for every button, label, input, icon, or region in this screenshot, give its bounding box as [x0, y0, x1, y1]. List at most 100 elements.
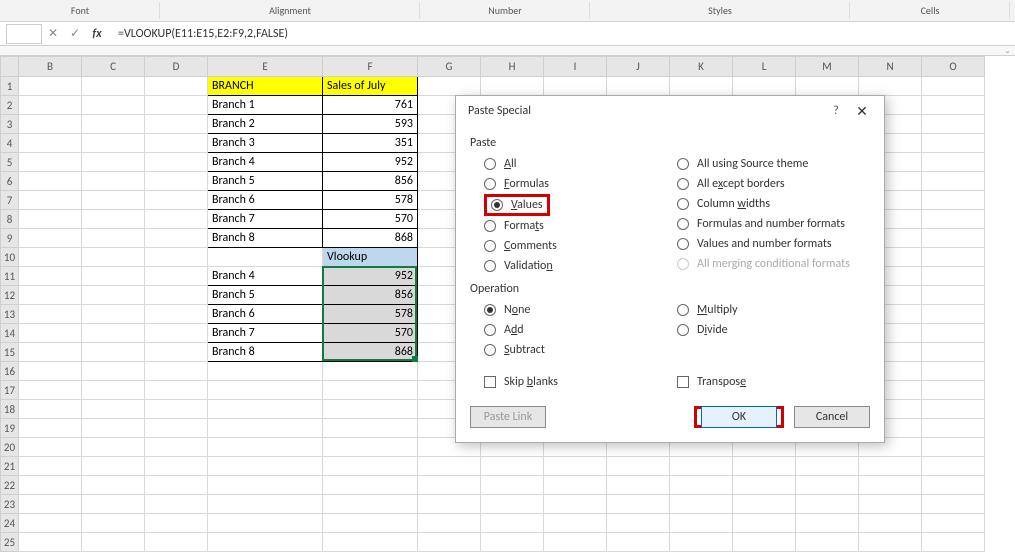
cell[interactable] — [19, 191, 82, 210]
cell[interactable] — [145, 267, 208, 286]
cell[interactable] — [922, 419, 985, 438]
cell[interactable] — [82, 400, 145, 419]
cell[interactable] — [323, 362, 418, 381]
row-header[interactable]: 4 — [1, 134, 19, 153]
cell[interactable] — [418, 514, 481, 533]
formula-input[interactable]: =VLOOKUP(E11:E15,E2:F9,2,FALSE) — [108, 27, 1015, 41]
cell[interactable] — [922, 96, 985, 115]
cell[interactable] — [82, 381, 145, 400]
row-header[interactable]: 2 — [1, 96, 19, 115]
cell[interactable] — [19, 324, 82, 343]
col-header[interactable]: E — [208, 57, 323, 77]
cell[interactable]: Branch 5 — [208, 286, 323, 305]
radio-col-widths[interactable]: Column widths — [677, 194, 870, 214]
cell[interactable] — [82, 134, 145, 153]
cell[interactable] — [607, 514, 670, 533]
cell[interactable] — [922, 115, 985, 134]
cell[interactable] — [145, 229, 208, 248]
help-icon[interactable]: ? — [824, 104, 848, 118]
skip-blanks-checkbox[interactable]: Skip blanks — [484, 372, 677, 392]
cell[interactable] — [145, 381, 208, 400]
cell[interactable] — [19, 96, 82, 115]
row-header[interactable]: 1 — [1, 77, 19, 96]
row-header[interactable]: 24 — [1, 514, 19, 533]
cell[interactable] — [481, 495, 544, 514]
formula-bar-expand[interactable]: ⌄ — [0, 46, 1015, 56]
cell[interactable] — [19, 476, 82, 495]
cell[interactable] — [19, 248, 82, 267]
cell[interactable] — [323, 514, 418, 533]
cell[interactable] — [19, 343, 82, 362]
cell[interactable] — [145, 438, 208, 457]
row-header[interactable]: 8 — [1, 210, 19, 229]
cell[interactable]: Vlookup — [323, 248, 418, 267]
cell[interactable] — [82, 267, 145, 286]
cell[interactable] — [733, 533, 796, 552]
cell[interactable] — [670, 476, 733, 495]
cell[interactable] — [208, 438, 323, 457]
cell[interactable]: 952 — [323, 267, 418, 286]
cell[interactable] — [82, 210, 145, 229]
cell[interactable] — [544, 476, 607, 495]
cell[interactable] — [733, 476, 796, 495]
cell[interactable] — [19, 457, 82, 476]
radio-none[interactable]: None — [484, 300, 677, 320]
cell[interactable] — [796, 476, 859, 495]
row-header[interactable]: 6 — [1, 172, 19, 191]
cell[interactable] — [859, 77, 922, 96]
cell[interactable] — [19, 229, 82, 248]
cell[interactable] — [922, 343, 985, 362]
col-header[interactable]: M — [796, 57, 859, 77]
cell[interactable] — [82, 248, 145, 267]
cell[interactable] — [145, 305, 208, 324]
cell[interactable] — [922, 381, 985, 400]
cell[interactable] — [82, 362, 145, 381]
cell[interactable] — [922, 400, 985, 419]
cell[interactable] — [607, 77, 670, 96]
cell[interactable] — [922, 286, 985, 305]
transpose-checkbox[interactable]: Transpose — [677, 372, 870, 392]
cell[interactable] — [145, 153, 208, 172]
radio-formats[interactable]: Formats — [484, 216, 677, 236]
cell[interactable] — [323, 457, 418, 476]
cell[interactable] — [922, 153, 985, 172]
cell[interactable] — [481, 457, 544, 476]
cell[interactable] — [145, 134, 208, 153]
cell[interactable]: Branch 4 — [208, 267, 323, 286]
cell[interactable] — [922, 248, 985, 267]
cancel-button[interactable]: Cancel — [794, 406, 870, 428]
cell[interactable]: Branch 8 — [208, 229, 323, 248]
cell[interactable] — [82, 324, 145, 343]
cell[interactable] — [145, 248, 208, 267]
row-header[interactable]: 12 — [1, 286, 19, 305]
cell[interactable] — [607, 476, 670, 495]
cell[interactable] — [796, 514, 859, 533]
cell[interactable] — [19, 362, 82, 381]
col-header[interactable]: B — [19, 57, 82, 77]
cell[interactable] — [145, 476, 208, 495]
cell[interactable] — [544, 514, 607, 533]
cell[interactable] — [418, 476, 481, 495]
cell[interactable]: 868 — [323, 343, 418, 362]
cell[interactable] — [82, 305, 145, 324]
cell[interactable] — [82, 286, 145, 305]
cell[interactable] — [922, 134, 985, 153]
cell[interactable] — [733, 495, 796, 514]
cell[interactable]: 578 — [323, 305, 418, 324]
cell[interactable] — [922, 457, 985, 476]
cell[interactable] — [208, 381, 323, 400]
cell[interactable] — [82, 229, 145, 248]
radio-values-num[interactable]: Values and number formats — [677, 234, 870, 254]
cell[interactable] — [208, 419, 323, 438]
cell[interactable] — [670, 495, 733, 514]
radio-subtract[interactable]: Subtract — [484, 340, 677, 360]
radio-values[interactable]: Values — [491, 195, 543, 215]
cell[interactable] — [670, 533, 733, 552]
cell[interactable] — [145, 115, 208, 134]
radio-multiply[interactable]: Multiply — [677, 300, 870, 320]
row-header[interactable]: 16 — [1, 362, 19, 381]
row-header[interactable]: 18 — [1, 400, 19, 419]
row-header[interactable]: 23 — [1, 495, 19, 514]
row-header[interactable]: 7 — [1, 191, 19, 210]
row-header[interactable]: 15 — [1, 343, 19, 362]
